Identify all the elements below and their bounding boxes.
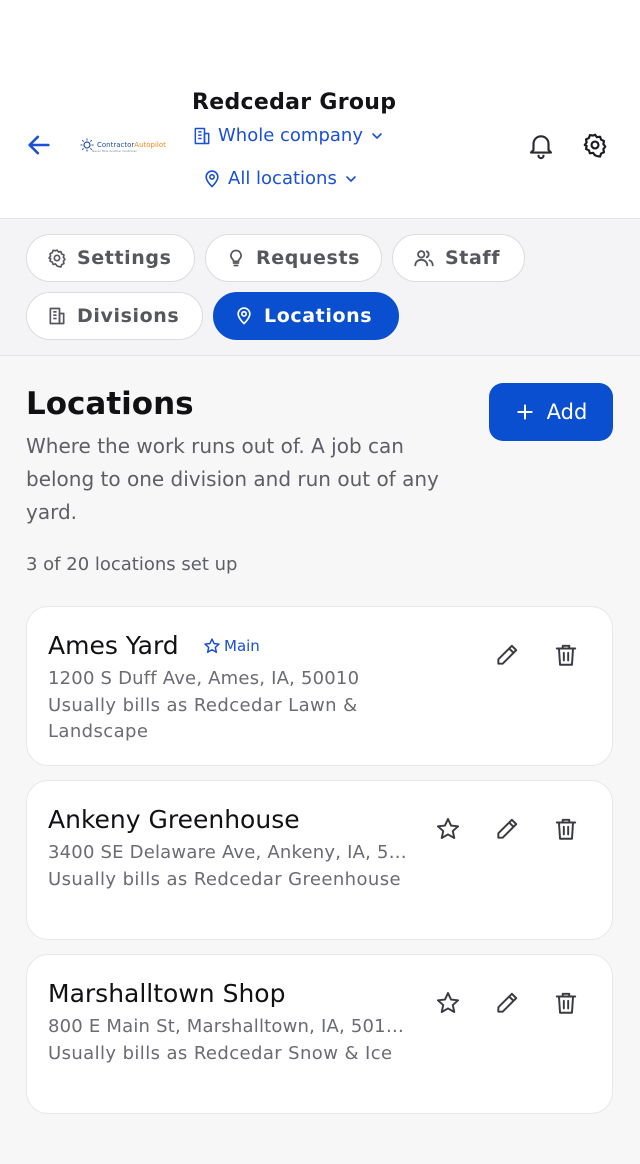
star-icon bbox=[436, 992, 460, 1013]
delete-button[interactable] bbox=[548, 985, 584, 1021]
location-name: Ankeny Greenhouse bbox=[48, 805, 300, 834]
location-billing: Usually bills as Redcedar Greenhouse bbox=[48, 869, 401, 890]
map-pin-icon bbox=[237, 307, 251, 325]
building-icon bbox=[194, 127, 210, 144]
location-scope-label: All locations bbox=[228, 168, 337, 189]
company-scope-selector[interactable]: Whole company bbox=[192, 125, 385, 146]
pencil-icon bbox=[497, 818, 518, 839]
arrow-left-icon bbox=[28, 135, 50, 155]
trash-icon bbox=[555, 818, 577, 840]
edit-button[interactable] bbox=[489, 985, 525, 1021]
company-name: Redcedar Group bbox=[192, 90, 397, 115]
gear-icon bbox=[48, 249, 66, 268]
set-main-button[interactable] bbox=[430, 811, 466, 847]
notifications-button[interactable] bbox=[524, 128, 558, 162]
back-button[interactable] bbox=[22, 128, 56, 162]
tab-requests[interactable]: Requests bbox=[205, 234, 382, 282]
logo-wordmark: ContractorAutopilot bbox=[97, 141, 166, 149]
edit-button[interactable] bbox=[489, 637, 525, 673]
tab-label: Locations bbox=[264, 305, 373, 327]
location-scope-selector[interactable]: All locations bbox=[202, 168, 359, 189]
chevron-down-icon bbox=[372, 132, 382, 139]
tab-label: Requests bbox=[256, 247, 361, 269]
location-card: Marshalltown Shop 800 E Main St, Marshal… bbox=[26, 954, 613, 1114]
location-address: 1200 S Duff Ave, Ames, IA, 50010 bbox=[48, 668, 360, 689]
location-address: 800 E Main St, Marshalltown, IA, 50158 bbox=[48, 1016, 408, 1037]
tab-staff[interactable]: Staff bbox=[392, 234, 525, 282]
pencil-icon bbox=[497, 644, 518, 665]
tab-divisions[interactable]: Divisions bbox=[26, 292, 203, 340]
location-card: Ankeny Greenhouse 3400 SE Delaware Ave, … bbox=[26, 780, 613, 940]
app-header: ContractorAutopilot Never Miss Another C… bbox=[0, 0, 640, 219]
location-address: 3400 SE Delaware Ave, Ankeny, IA, 50021 bbox=[48, 842, 408, 863]
tab-settings[interactable]: Settings bbox=[26, 234, 195, 282]
users-icon bbox=[414, 250, 434, 267]
tab-label: Divisions bbox=[77, 305, 180, 327]
page-title: Locations bbox=[26, 386, 194, 422]
location-billing: Usually bills as Redcedar Lawn & Landsca… bbox=[48, 695, 358, 742]
gear-icon bbox=[583, 133, 607, 158]
company-scope-label: Whole company bbox=[218, 125, 363, 146]
tab-label: Staff bbox=[445, 247, 501, 269]
pencil-icon bbox=[497, 992, 518, 1013]
star-icon bbox=[204, 638, 220, 653]
main-location-badge: Main bbox=[203, 637, 260, 655]
location-name: Marshalltown Shop bbox=[48, 979, 286, 1008]
settings-tabs: Settings Requests Staff Divisions Locati… bbox=[0, 220, 640, 356]
location-name: Ames Yard bbox=[48, 631, 179, 660]
map-pin-icon bbox=[205, 169, 219, 188]
page-description: Where the work runs out of. A job can be… bbox=[26, 434, 439, 524]
company-logo: ContractorAutopilot Never Miss Another C… bbox=[80, 134, 174, 156]
delete-button[interactable] bbox=[548, 637, 584, 673]
settings-button[interactable] bbox=[578, 128, 612, 162]
location-billing: Usually bills as Redcedar Snow & Ice bbox=[48, 1043, 393, 1064]
bell-icon bbox=[529, 135, 553, 160]
tab-locations[interactable]: Locations bbox=[213, 292, 399, 340]
delete-button[interactable] bbox=[548, 811, 584, 847]
tab-label: Settings bbox=[77, 247, 172, 269]
locations-count: 3 of 20 locations set up bbox=[26, 554, 238, 575]
edit-button[interactable] bbox=[489, 811, 525, 847]
lightbulb-icon bbox=[230, 249, 242, 267]
building-icon bbox=[49, 307, 65, 325]
trash-icon bbox=[555, 992, 577, 1014]
star-icon bbox=[436, 818, 460, 839]
add-location-button[interactable]: Add bbox=[489, 383, 613, 441]
add-button-label: Add bbox=[546, 400, 588, 424]
trash-icon bbox=[555, 644, 577, 666]
main-badge-label: Main bbox=[224, 637, 260, 655]
logo-tagline: Never Miss Another Customer bbox=[92, 149, 137, 153]
set-main-button[interactable] bbox=[430, 985, 466, 1021]
chevron-down-icon bbox=[346, 175, 356, 182]
location-card: Ames Yard Main 1200 S Duff Ave, Ames, IA… bbox=[26, 606, 613, 766]
plus-icon bbox=[516, 404, 533, 420]
